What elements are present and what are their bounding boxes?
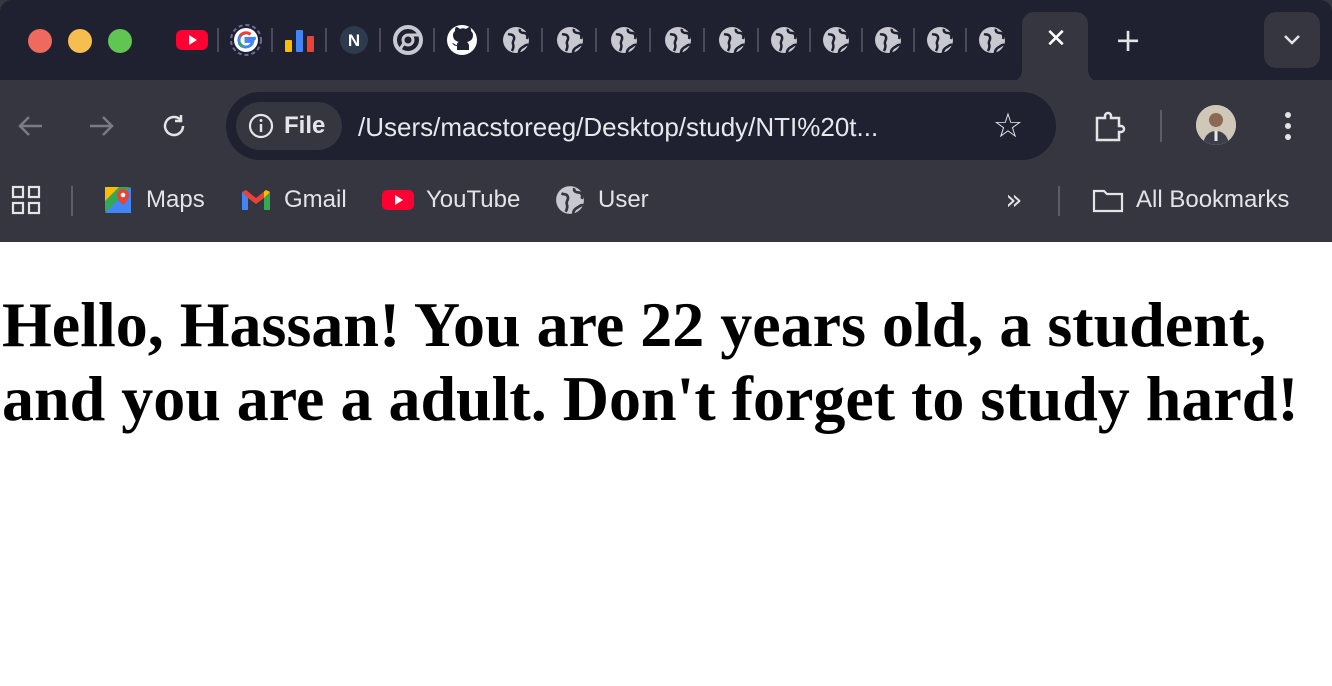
chevron-down-icon [1284,35,1300,45]
tab-globe[interactable] [716,24,748,56]
tab-separator [271,28,273,52]
tab-globe[interactable] [500,24,532,56]
bookmark-label: User [598,186,649,213]
tab-notion[interactable]: N [338,24,370,56]
globe-icon [557,27,583,54]
globe-icon [823,27,849,54]
reload-button[interactable] [156,108,192,144]
reload-icon [163,115,185,137]
bookmark-separator [1058,186,1060,216]
tab-separator [861,28,863,52]
youtube-icon [176,30,208,50]
puzzle-icon [1095,111,1126,142]
tab-separator [757,28,759,52]
svg-text:N: N [348,31,360,50]
url-text[interactable]: /Users/macstoreeg/Desktop/study/NTI%20t.… [358,110,968,144]
extensions-button[interactable] [1090,106,1130,146]
tab-separator [913,28,915,52]
apps-grid-icon [11,185,41,215]
tab-github[interactable] [446,24,478,56]
tab-strip: N ✕ + [0,0,1332,82]
tab-chrome[interactable] [392,24,424,56]
tab-separator [541,28,543,52]
window-minimize-button[interactable] [68,29,92,53]
notion-icon: N [340,26,368,54]
bookmark-label: Maps [146,186,205,213]
globe-icon [875,27,901,54]
tab-globe[interactable] [924,24,956,56]
maps-icon [102,184,134,216]
bookmark-youtube[interactable]: YouTube [382,182,520,218]
site-info-label: File [284,112,326,139]
all-bookmarks-button[interactable]: All Bookmarks [1092,182,1289,218]
tab-analytics[interactable] [284,24,316,56]
globe-icon [927,27,953,54]
globe-icon [554,184,586,216]
tab-globe[interactable] [820,24,852,56]
tab-separator [809,28,811,52]
tab-separator [433,28,435,52]
forward-button[interactable] [84,108,120,144]
page-content: Hello, Hassan! You are 22 years old, a s… [0,242,1332,686]
chrome-icon [393,25,423,55]
arrow-right-icon [90,116,114,136]
tab-separator [379,28,381,52]
bookmark-star-icon[interactable]: ☆ [988,108,1028,144]
folder-icon [1092,184,1124,216]
greeting-heading: Hello, Hassan! You are 22 years old, a s… [2,289,1299,434]
tab-separator [649,28,651,52]
tab-globe[interactable] [768,24,800,56]
bookmark-maps[interactable]: Maps [102,182,205,218]
bookmark-label: YouTube [426,186,521,213]
youtube-icon [382,184,414,216]
globe-icon [665,27,691,54]
globe-icon [719,27,745,54]
arrow-left-icon [18,116,42,136]
tab-separator [703,28,705,52]
tab-separator [325,28,327,52]
new-tab-button[interactable]: + [1112,24,1144,56]
avatar-image [1196,105,1236,145]
globe-icon [503,27,529,54]
tab-globe[interactable] [608,24,640,56]
tab-globe[interactable] [976,24,1008,56]
window-zoom-button[interactable] [108,29,132,53]
more-menu-button[interactable] [1270,106,1306,146]
window-close-button[interactable] [28,29,52,53]
tab-youtube[interactable] [176,24,208,56]
back-button[interactable] [12,108,48,144]
bookmark-label: Gmail [284,186,347,213]
gmail-icon [240,184,272,216]
bookmark-gmail[interactable]: Gmail [240,182,347,218]
toolbar-separator [1160,110,1162,142]
site-info-chip[interactable]: File [236,102,342,150]
tab-separator [487,28,489,52]
analytics-icon [285,30,314,52]
github-icon [447,25,477,55]
tab-close-button[interactable]: ✕ [1043,26,1069,52]
tab-search-button[interactable] [1264,12,1320,68]
more-vertical-icon [1285,112,1291,140]
info-icon [248,113,274,139]
globe-icon [979,27,1005,54]
tab-separator [595,28,597,52]
tab-separator [965,28,967,52]
bookmarks-overflow-button[interactable]: » [998,184,1030,216]
profile-avatar[interactable] [1196,105,1236,145]
browser-chrome: N ✕ + File /Users/macstoreeg/Desktop/stu… [0,0,1332,242]
tab-globe[interactable] [554,24,586,56]
google-icon [230,24,262,56]
apps-button[interactable] [10,184,42,216]
bookmark-user[interactable]: User [554,182,649,218]
tab-google[interactable] [230,24,262,56]
globe-icon [771,27,797,54]
tab-globe[interactable] [872,24,904,56]
bookmark-separator [71,186,73,216]
all-bookmarks-label: All Bookmarks [1136,186,1290,213]
tab-globe[interactable] [662,24,694,56]
tab-separator [217,28,219,52]
globe-icon [611,27,637,54]
